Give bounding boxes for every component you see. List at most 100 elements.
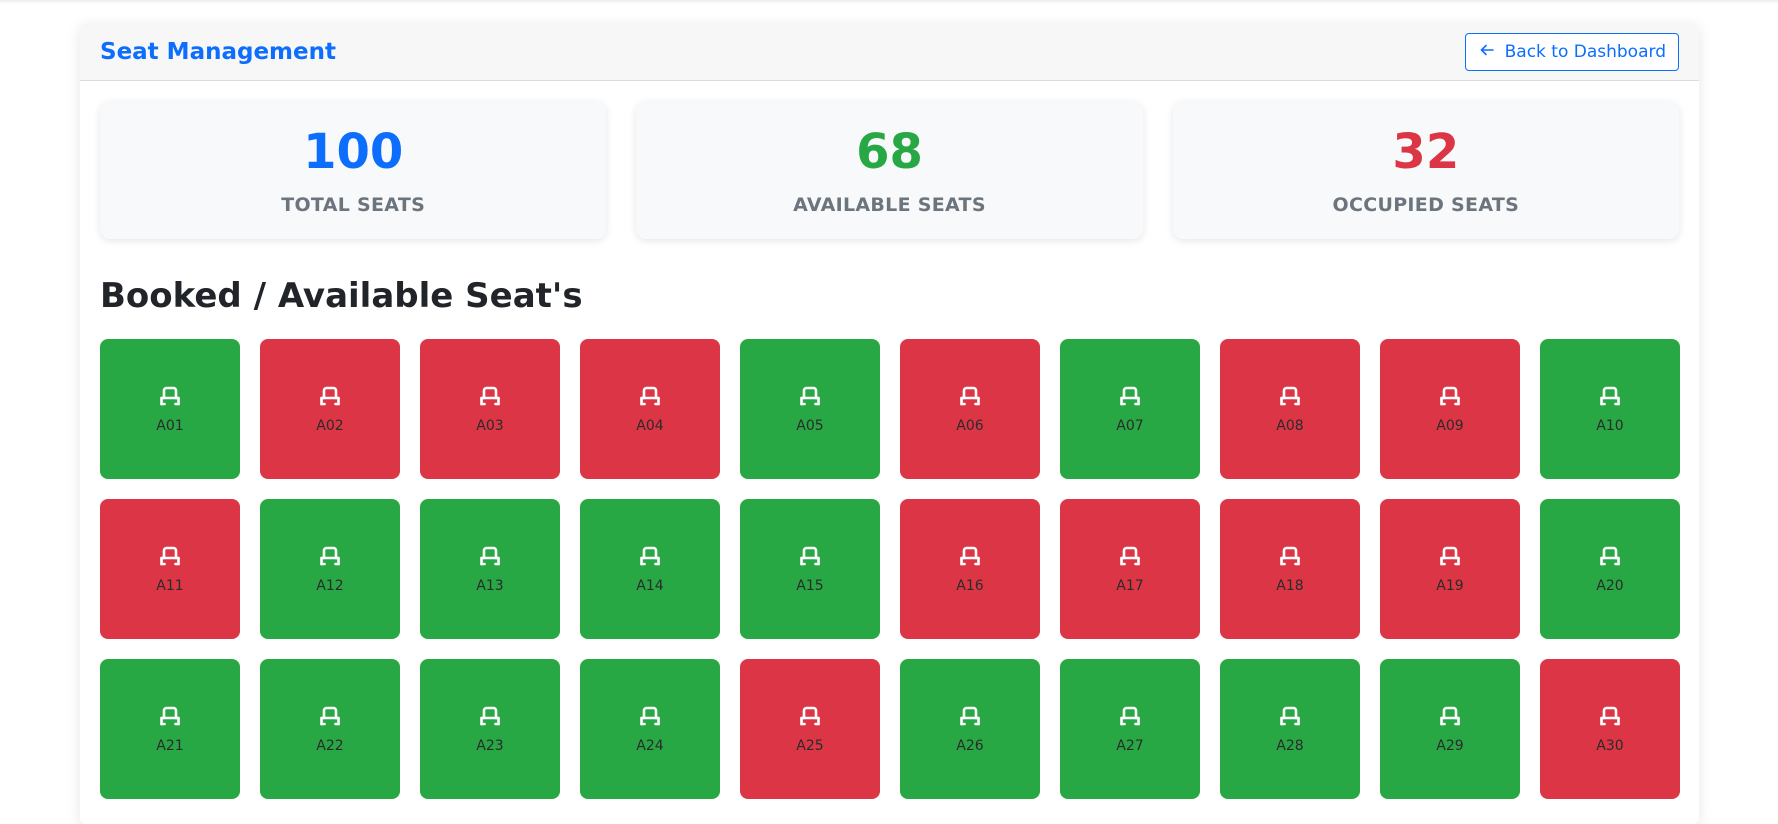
seat-a28[interactable]: A28 xyxy=(1220,659,1360,799)
back-button-label: Back to Dashboard xyxy=(1504,42,1666,62)
seat-icon xyxy=(637,384,663,410)
seat-icon xyxy=(1277,704,1303,730)
seat-grid: A01 A02 A03 A04 A05 A06 A07 A08 A09 A10 A11 A12 A13 A… xyxy=(100,339,1680,799)
seat-a08[interactable]: A08 xyxy=(1220,339,1360,479)
section-title: Booked / Available Seat's xyxy=(100,276,583,316)
seat-icon xyxy=(1597,544,1623,570)
seat-label: A25 xyxy=(796,738,824,754)
available-seats-value: 68 xyxy=(856,124,923,180)
seat-icon xyxy=(1597,704,1623,730)
seat-label: A17 xyxy=(1116,578,1144,594)
seat-label: A01 xyxy=(156,418,184,434)
seat-icon xyxy=(1277,544,1303,570)
seat-a03[interactable]: A03 xyxy=(420,339,560,479)
seat-label: A11 xyxy=(156,578,184,594)
seat-icon xyxy=(317,704,343,730)
seat-a04[interactable]: A04 xyxy=(580,339,720,479)
seat-label: A23 xyxy=(476,738,504,754)
seat-a27[interactable]: A27 xyxy=(1060,659,1200,799)
seat-label: A22 xyxy=(316,738,344,754)
seat-a06[interactable]: A06 xyxy=(900,339,1040,479)
seat-label: A09 xyxy=(1436,418,1464,434)
seat-label: A30 xyxy=(1596,738,1624,754)
occupied-seats-label: OCCUPIED SEATS xyxy=(1332,194,1520,216)
seat-icon xyxy=(477,544,503,570)
seat-a05[interactable]: A05 xyxy=(740,339,880,479)
seat-a13[interactable]: A13 xyxy=(420,499,560,639)
seat-a16[interactable]: A16 xyxy=(900,499,1040,639)
seat-a17[interactable]: A17 xyxy=(1060,499,1200,639)
seat-a02[interactable]: A02 xyxy=(260,339,400,479)
seat-a23[interactable]: A23 xyxy=(420,659,560,799)
seat-a11[interactable]: A11 xyxy=(100,499,240,639)
seat-icon xyxy=(157,384,183,410)
seat-icon xyxy=(957,544,983,570)
seat-icon xyxy=(477,704,503,730)
seat-icon xyxy=(1597,384,1623,410)
seat-label: A13 xyxy=(476,578,504,594)
seat-a15[interactable]: A15 xyxy=(740,499,880,639)
seat-label: A10 xyxy=(1596,418,1624,434)
occupied-seats-stat: 32 OCCUPIED SEATS xyxy=(1172,101,1679,239)
seat-a30[interactable]: A30 xyxy=(1540,659,1680,799)
seat-icon xyxy=(1277,384,1303,410)
seat-label: A21 xyxy=(156,738,184,754)
seat-label: A12 xyxy=(316,578,344,594)
seat-a20[interactable]: A20 xyxy=(1540,499,1680,639)
seat-icon xyxy=(797,704,823,730)
seat-icon xyxy=(797,544,823,570)
seat-label: A16 xyxy=(956,578,984,594)
seat-management-card: Seat Management Back to Dashboard 100 TO… xyxy=(80,24,1699,824)
seat-icon xyxy=(1437,704,1463,730)
seat-icon xyxy=(957,704,983,730)
seat-label: A26 xyxy=(956,738,984,754)
seat-a19[interactable]: A19 xyxy=(1380,499,1520,639)
card-body: 100 TOTAL SEATS 68 AVAILABLE SEATS 32 OC… xyxy=(80,81,1699,799)
seat-icon xyxy=(317,544,343,570)
top-shadow xyxy=(0,0,1778,4)
seat-icon xyxy=(797,384,823,410)
seat-a25[interactable]: A25 xyxy=(740,659,880,799)
seat-label: A19 xyxy=(1436,578,1464,594)
seat-label: A29 xyxy=(1436,738,1464,754)
seat-label: A27 xyxy=(1116,738,1144,754)
seat-a12[interactable]: A12 xyxy=(260,499,400,639)
seat-icon xyxy=(317,384,343,410)
seat-label: A07 xyxy=(1116,418,1144,434)
seat-icon xyxy=(1117,704,1143,730)
card-header: Seat Management Back to Dashboard xyxy=(80,24,1699,81)
seat-a26[interactable]: A26 xyxy=(900,659,1040,799)
seat-label: A15 xyxy=(796,578,824,594)
seat-icon xyxy=(637,704,663,730)
stats-row: 100 TOTAL SEATS 68 AVAILABLE SEATS 32 OC… xyxy=(100,101,1679,239)
seat-a21[interactable]: A21 xyxy=(100,659,240,799)
seat-icon xyxy=(157,704,183,730)
arrow-left-icon xyxy=(1479,42,1495,63)
seat-label: A02 xyxy=(316,418,344,434)
seat-icon xyxy=(1117,384,1143,410)
seat-icon xyxy=(1437,544,1463,570)
seat-icon xyxy=(1117,544,1143,570)
seat-icon xyxy=(1437,384,1463,410)
total-seats-value: 100 xyxy=(303,124,404,180)
seat-a22[interactable]: A22 xyxy=(260,659,400,799)
seat-label: A04 xyxy=(636,418,664,434)
seat-a01[interactable]: A01 xyxy=(100,339,240,479)
seat-a07[interactable]: A07 xyxy=(1060,339,1200,479)
seat-label: A06 xyxy=(956,418,984,434)
seat-label: A24 xyxy=(636,738,664,754)
seat-label: A20 xyxy=(1596,578,1624,594)
seat-icon xyxy=(637,544,663,570)
available-seats-stat: 68 AVAILABLE SEATS xyxy=(636,101,1143,239)
seat-icon xyxy=(157,544,183,570)
seat-a14[interactable]: A14 xyxy=(580,499,720,639)
seat-a09[interactable]: A09 xyxy=(1380,339,1520,479)
total-seats-stat: 100 TOTAL SEATS xyxy=(100,101,607,239)
seat-a29[interactable]: A29 xyxy=(1380,659,1520,799)
occupied-seats-value: 32 xyxy=(1392,124,1460,180)
seat-a10[interactable]: A10 xyxy=(1540,339,1680,479)
back-to-dashboard-button[interactable]: Back to Dashboard xyxy=(1464,33,1679,71)
seat-a24[interactable]: A24 xyxy=(580,659,720,799)
seat-a18[interactable]: A18 xyxy=(1220,499,1360,639)
seat-label: A14 xyxy=(636,578,664,594)
